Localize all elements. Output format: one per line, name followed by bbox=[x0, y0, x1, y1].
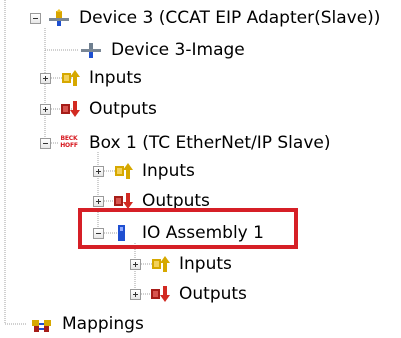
device-adapter-icon bbox=[47, 9, 71, 27]
inputs-icon bbox=[147, 255, 171, 273]
tree-node-io-assembly-1[interactable]: IO Assembly 1 bbox=[93, 219, 266, 247]
tree-node-label: IO Assembly 1 bbox=[142, 223, 264, 243]
expand-icon[interactable] bbox=[130, 288, 141, 300]
collapse-icon[interactable] bbox=[40, 137, 51, 149]
expand-icon[interactable] bbox=[93, 165, 104, 177]
tree-node-label: Outputs bbox=[89, 99, 157, 119]
outputs-icon bbox=[57, 100, 81, 118]
tree-node-label: Outputs bbox=[142, 191, 210, 211]
tree-node-label: Inputs bbox=[89, 68, 142, 88]
image-icon bbox=[79, 41, 103, 59]
collapse-icon[interactable] bbox=[93, 227, 104, 239]
expand-icon[interactable] bbox=[40, 72, 51, 84]
tree-node-device3-inputs[interactable]: Inputs bbox=[40, 64, 144, 92]
tree-node-label: Inputs bbox=[179, 254, 232, 274]
mappings-icon bbox=[30, 315, 54, 333]
tree-node-box1[interactable]: BECK HOFF Box 1 (TC EtherNet/IP Slave) bbox=[40, 129, 332, 157]
tree-node-assembly-outputs[interactable]: Outputs bbox=[130, 280, 249, 308]
tree-node-device3-outputs[interactable]: Outputs bbox=[40, 95, 159, 123]
tree-node-label: Mappings bbox=[62, 314, 144, 334]
tree-node-box1-outputs[interactable]: Outputs bbox=[93, 187, 212, 215]
tree-node-assembly-inputs[interactable]: Inputs bbox=[130, 250, 234, 278]
inputs-icon bbox=[110, 162, 134, 180]
inputs-icon bbox=[57, 69, 81, 87]
tree-node-device3-image[interactable]: Device 3-Image bbox=[79, 36, 247, 64]
tree-node-mappings[interactable]: Mappings bbox=[30, 310, 146, 338]
solution-tree: Device 3 (CCAT EIP Adapter(Slave)) Devic… bbox=[0, 0, 401, 338]
expand-icon[interactable] bbox=[130, 258, 141, 270]
beckhoff-logo: BECK HOFF bbox=[59, 134, 79, 152]
tree-node-label: Device 3 (CCAT EIP Adapter(Slave)) bbox=[79, 8, 381, 28]
io-assembly-icon bbox=[110, 224, 134, 242]
expand-icon[interactable] bbox=[40, 103, 51, 115]
beckhoff-box-icon: BECK HOFF bbox=[57, 134, 81, 152]
tree-node-label: Inputs bbox=[142, 161, 195, 181]
tree-node-box1-inputs[interactable]: Inputs bbox=[93, 157, 197, 185]
outputs-icon bbox=[110, 192, 134, 210]
tree-node-label: Device 3-Image bbox=[111, 40, 245, 60]
expand-icon[interactable] bbox=[93, 195, 104, 207]
tree-node-label: Box 1 (TC EtherNet/IP Slave) bbox=[89, 133, 331, 153]
collapse-icon[interactable] bbox=[30, 12, 41, 24]
tree-node-label: Outputs bbox=[179, 284, 247, 304]
tree-node-device3[interactable]: Device 3 (CCAT EIP Adapter(Slave)) bbox=[30, 4, 382, 32]
outputs-icon bbox=[147, 285, 171, 303]
